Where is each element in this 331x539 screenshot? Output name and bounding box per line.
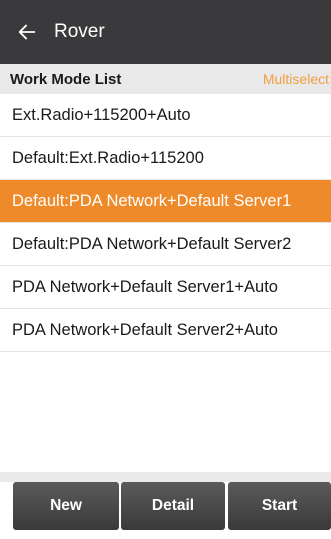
app-bar: Rover (0, 0, 331, 64)
list-item-label: PDA Network+Default Server2+Auto (12, 320, 278, 339)
list-item-label: Default:PDA Network+Default Server2 (12, 234, 292, 253)
footer-toolbar: New Detail Start (0, 482, 331, 539)
list-item[interactable]: Default:PDA Network+Default Server2 (0, 223, 331, 266)
new-button[interactable]: New (13, 482, 119, 530)
detail-button[interactable]: Detail (121, 482, 225, 530)
list-item-label: Default:PDA Network+Default Server1 (12, 191, 292, 210)
list-item-label: PDA Network+Default Server1+Auto (12, 277, 278, 296)
list-item-label: Default:Ext.Radio+115200 (12, 148, 204, 167)
list-item[interactable]: PDA Network+Default Server1+Auto (0, 266, 331, 309)
work-mode-list: Ext.Radio+115200+Auto Default:Ext.Radio+… (0, 94, 331, 352)
back-button[interactable] (0, 0, 54, 64)
divider (0, 472, 331, 482)
work-mode-list-header: Work Mode List Multiselect (0, 64, 331, 94)
list-item[interactable]: Default:Ext.Radio+115200 (0, 137, 331, 180)
list-item[interactable]: PDA Network+Default Server2+Auto (0, 309, 331, 352)
start-button[interactable]: Start (228, 482, 331, 530)
list-item[interactable]: Ext.Radio+115200+Auto (0, 94, 331, 137)
list-item-label: Ext.Radio+115200+Auto (12, 105, 191, 124)
page-title: Rover (54, 21, 105, 42)
arrow-left-icon (18, 24, 36, 40)
multiselect-button[interactable]: Multiselect (263, 71, 329, 87)
list-item-selected[interactable]: Default:PDA Network+Default Server1 (0, 180, 331, 223)
list-header-title: Work Mode List (10, 70, 122, 88)
